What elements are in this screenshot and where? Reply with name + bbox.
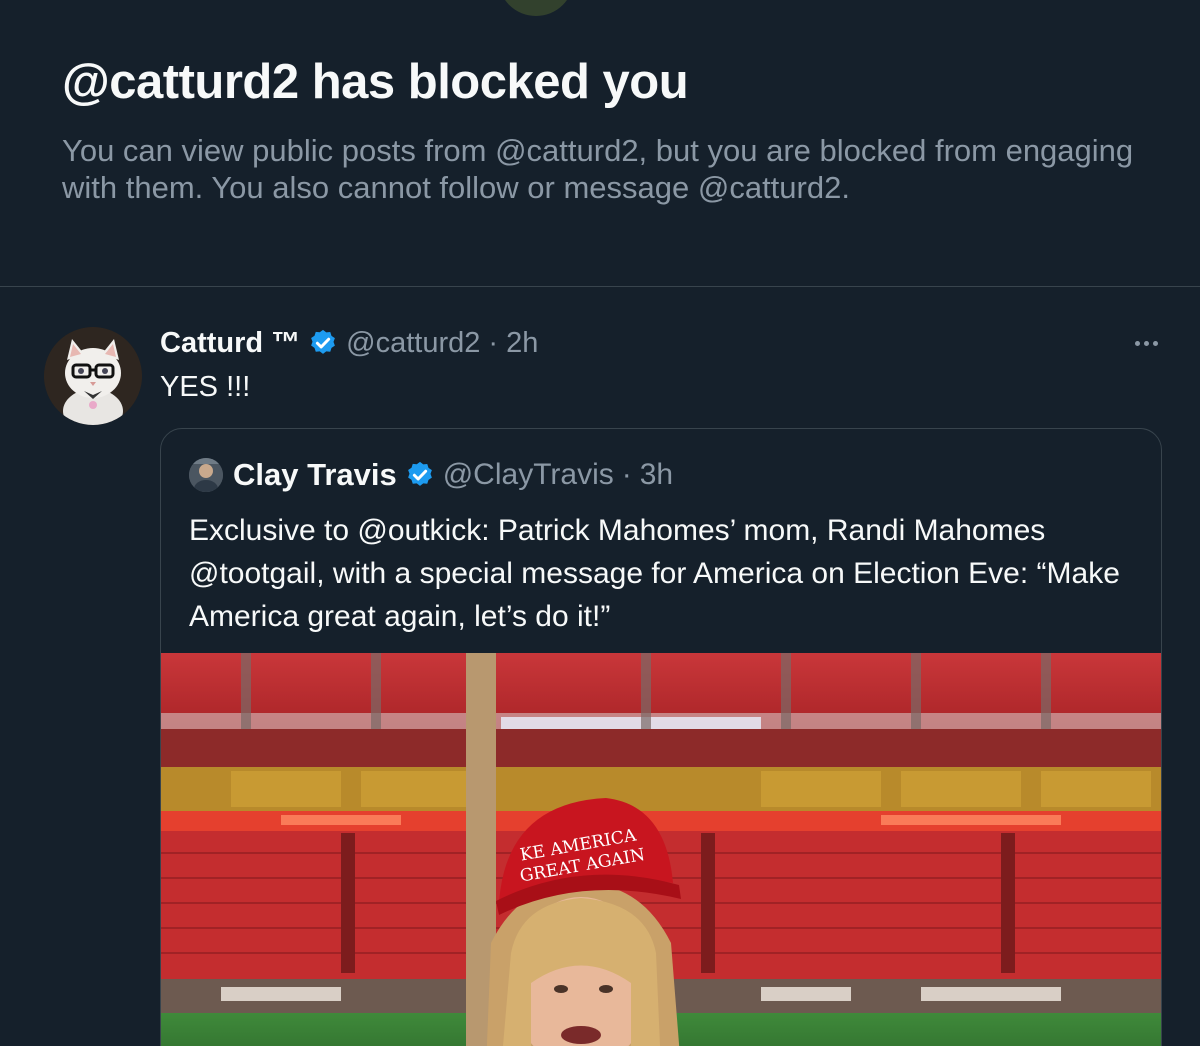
quoted-tweet-header: Clay Travis @ClayTravis · 3h <box>189 457 673 493</box>
author-name[interactable]: Catturd ™ <box>160 327 300 360</box>
tweet-timestamp[interactable]: 2h <box>506 327 538 360</box>
author-handle[interactable]: @catturd2 <box>346 327 480 360</box>
quoted-author-avatar[interactable] <box>189 458 223 492</box>
blocked-profile-page: @catturd2 has blocked you You can view p… <box>0 0 1200 1046</box>
more-options-icon[interactable] <box>1126 329 1166 357</box>
tweet-text: YES !!! <box>160 371 251 403</box>
verified-badge-icon <box>311 329 336 354</box>
tweet-header: Catturd ™ @catturd2 · 2h <box>160 325 538 361</box>
tweet[interactable]: Catturd ™ @catturd2 · 2h YES !!! Clay Tr… <box>0 287 1200 1046</box>
profile-banner-fragment <box>498 0 574 16</box>
blocked-description: You can view public posts from @catturd2… <box>62 133 1134 205</box>
cat-avatar-icon[interactable] <box>44 327 142 425</box>
quoted-author-handle[interactable]: @ClayTravis <box>443 458 614 492</box>
meta-separator: · <box>488 326 499 359</box>
quoted-tweet[interactable]: Clay Travis @ClayTravis · 3h Exclusive t… <box>160 428 1162 1046</box>
meta-separator: · <box>621 458 632 491</box>
verified-badge-icon <box>407 461 432 486</box>
video-thumbnail-stadium[interactable]: KE AMERICA GREAT AGAIN <box>161 653 1161 1046</box>
quoted-tweet-text: Exclusive to @outkick: Patrick Mahomes’ … <box>189 514 1120 633</box>
quoted-tweet-timestamp[interactable]: 3h <box>640 458 673 492</box>
quoted-author-name[interactable]: Clay Travis <box>233 457 397 493</box>
blocked-title: @catturd2 has blocked you <box>62 55 689 109</box>
blocked-notice: @catturd2 has blocked you You can view p… <box>62 54 1162 206</box>
